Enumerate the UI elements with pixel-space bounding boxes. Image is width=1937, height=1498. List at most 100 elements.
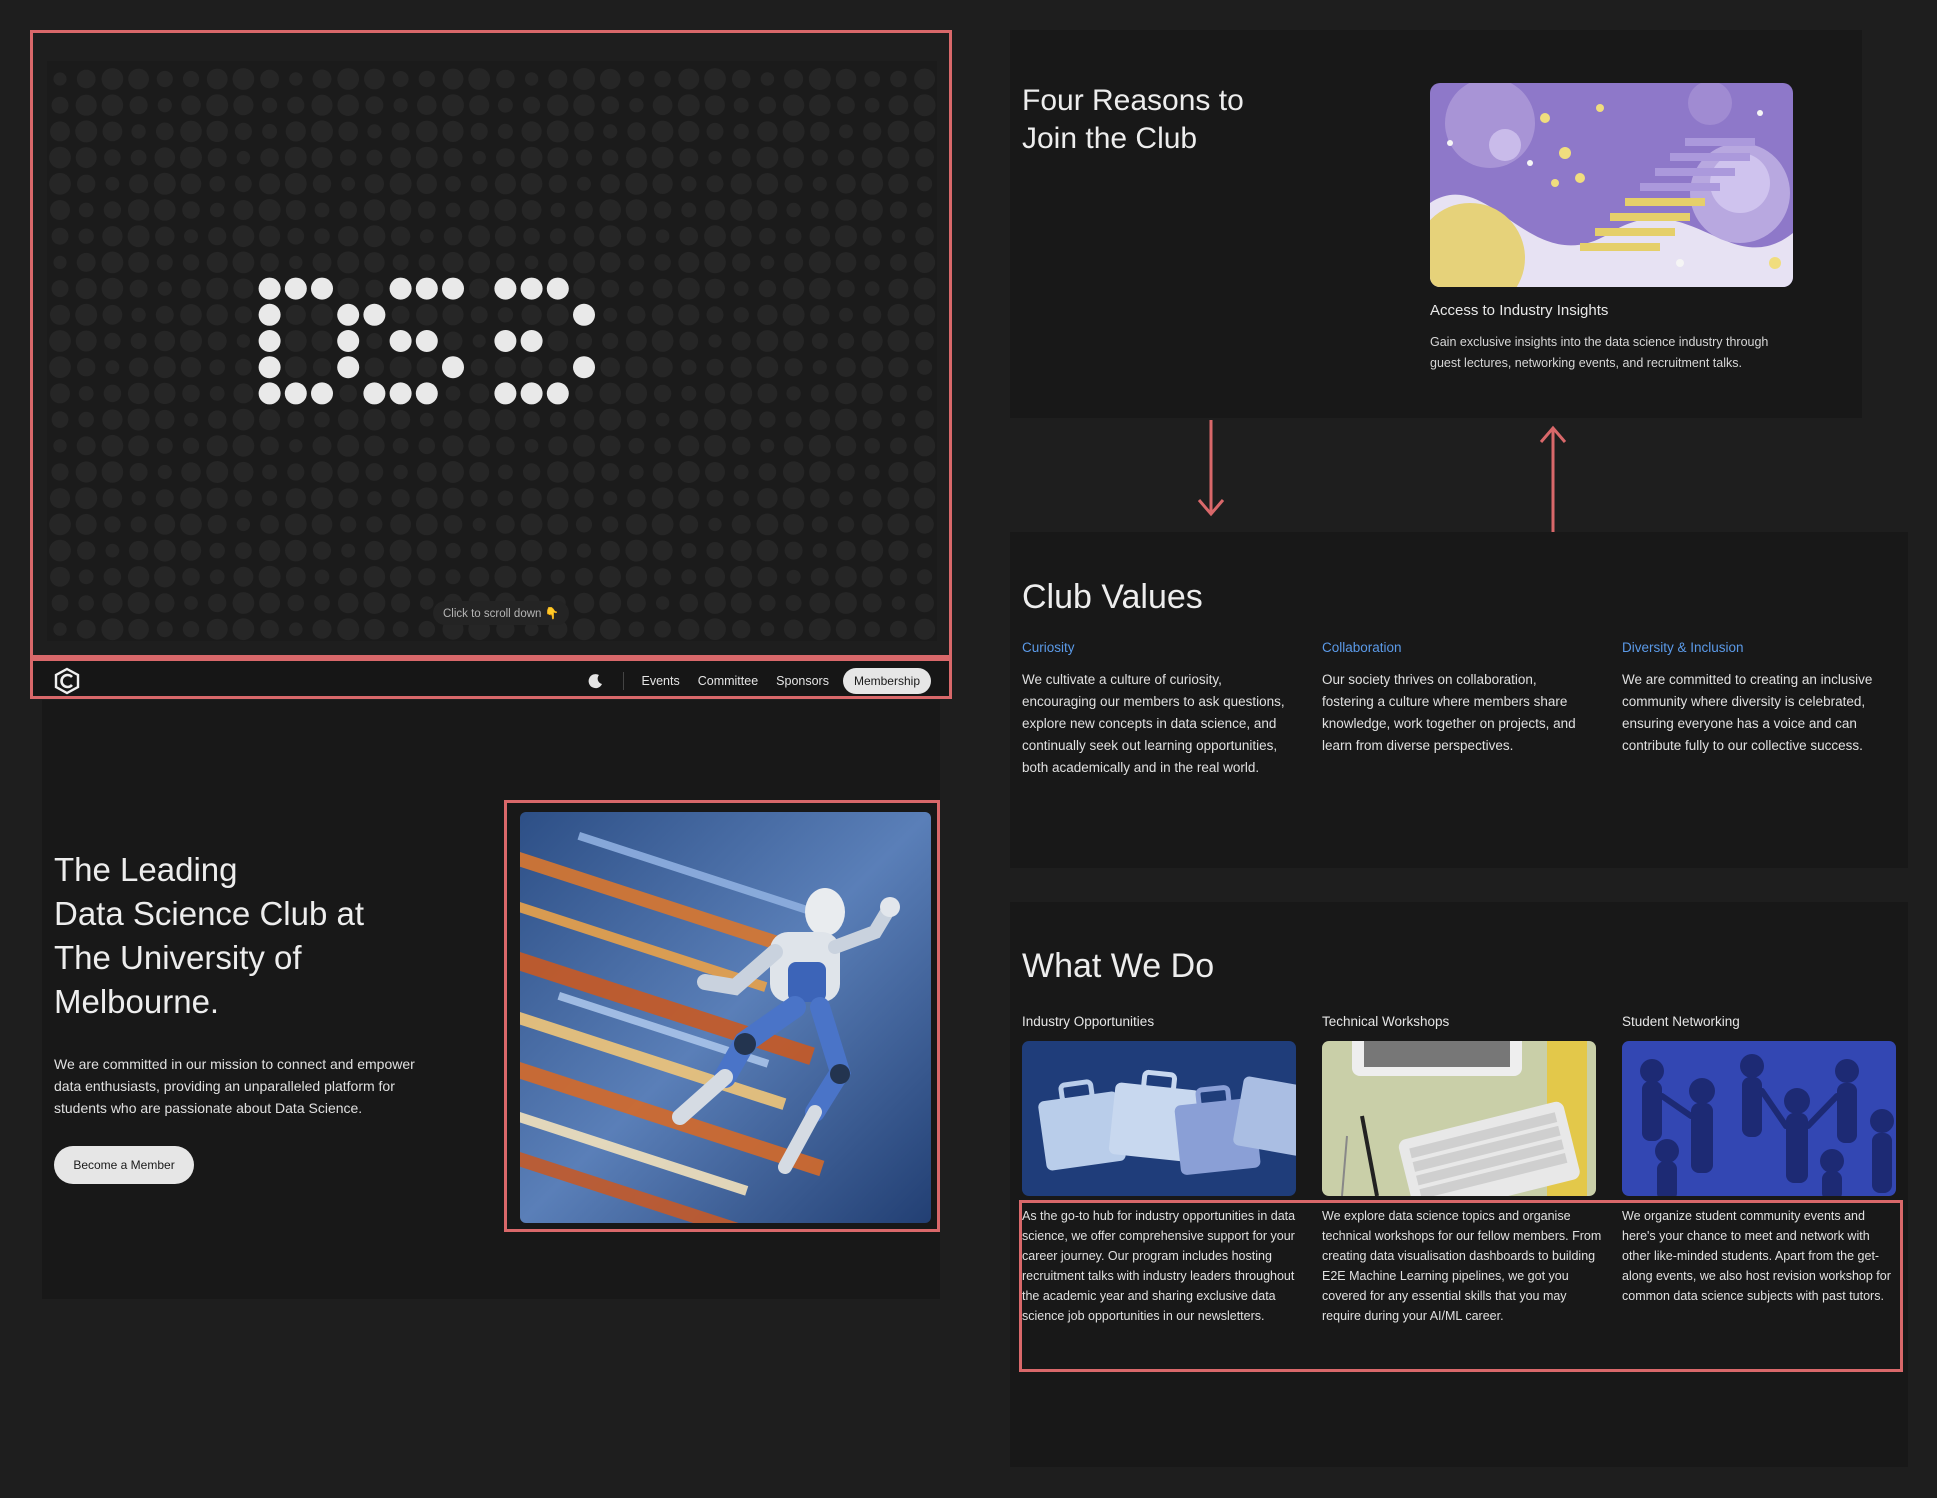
grid-dot [730,382,753,405]
grid-dot [730,565,753,588]
grid-dot [573,356,595,379]
grid-dot [209,202,225,218]
grid-dot [496,515,515,534]
grid-dot [337,303,360,326]
grid-dot [809,592,831,614]
become-member-button[interactable]: Become a Member [54,1146,194,1184]
grid-dot [599,225,622,248]
nav-committee[interactable]: Committee [698,674,758,688]
grid-dot [730,199,753,221]
grid-dot [50,566,70,587]
grid-dot [131,307,146,322]
grid-dot [285,200,306,220]
grid-dot [864,71,881,87]
grid-dot [573,461,595,483]
grid-dot [49,146,71,169]
dot-grid-banner[interactable]: Click to scroll down 👇 [47,61,937,641]
grid-dot [810,567,829,586]
grid-dot [180,540,202,561]
grid-dot [154,566,176,588]
keyboard-tablet-image [1322,1021,1596,1218]
grid-dot [600,174,620,194]
grid-dot [339,384,358,403]
grid-dot [181,462,201,482]
grid-dot [652,540,673,561]
grid-dot [75,330,97,352]
grid-dot [573,434,595,457]
grid-dot [390,514,411,535]
grid-dot [129,463,148,481]
grid-dot [679,515,699,534]
grid-dot [232,618,255,641]
grid-dot [207,514,227,534]
value-heading: Collaboration [1322,640,1402,655]
grid-dot [521,488,542,509]
grid-dot [155,226,175,246]
grid-dot [101,251,124,274]
grid-dot [390,226,411,246]
grid-dot [128,435,149,457]
grid-dot [155,593,175,613]
grid-dot [339,201,358,219]
grid-dot [53,72,67,86]
grid-dot [105,543,120,558]
grid-dot [127,566,150,588]
grid-dot [128,357,149,377]
nav-events[interactable]: Events [642,674,680,688]
grid-dot [704,592,726,614]
grid-dot [547,514,569,535]
grid-dot [258,356,281,379]
intro-title: The Leading Data Science Club at The Uni… [54,848,434,1024]
value-card: Diversity & Inclusion We are committed t… [1622,640,1892,757]
moon-icon[interactable] [587,672,605,690]
grid-dot [287,463,305,481]
navbar: Events Committee Sponsors Membership [30,658,952,699]
grid-dot [338,121,359,142]
whatwedo-heading: Technical Workshops [1322,1014,1450,1029]
grid-dot [236,517,251,532]
grid-dot [154,382,176,405]
grid-dot [550,569,565,584]
grid-dot [626,514,647,535]
grid-dot [599,199,621,221]
grid-dot [599,435,621,457]
grid-dot [53,255,67,269]
grid-dot [757,488,778,509]
grid-dot [338,226,359,247]
nav-sponsors[interactable]: Sponsors [776,674,829,688]
grid-dot [337,461,360,483]
grid-dot [678,435,700,457]
grid-dot [391,489,410,508]
grid-dot [494,565,517,588]
grid-dot [284,146,307,169]
grid-dot [472,334,486,348]
grid-dot [259,409,281,431]
scroll-down-hint[interactable]: Click to scroll down 👇 [433,601,569,625]
grid-dot [628,437,645,454]
grid-dot [206,487,228,509]
grid-dot [808,434,831,457]
grid-dot [573,251,595,274]
grid-dot [154,147,176,168]
grid-dot [156,621,173,638]
grid-dot [863,305,882,324]
grid-dot [891,412,906,427]
grid-dot [861,199,883,221]
grid-dot [811,149,828,166]
grid-dot [756,539,779,562]
grid-dot [496,148,515,167]
grid-dot [128,68,149,90]
grid-dot [652,357,673,378]
grid-dot [890,437,907,455]
grid-dot [887,330,910,352]
dsc-logo-icon[interactable] [53,667,81,695]
grid-dot [284,330,307,352]
grid-dot [601,96,620,115]
grid-dot [389,356,412,379]
grid-dot [835,252,857,273]
grid-dot [416,173,437,194]
grid-dot [445,542,461,559]
grid-dot [839,124,853,139]
nav-membership-button[interactable]: Membership [842,668,931,694]
grid-dot [416,540,437,561]
